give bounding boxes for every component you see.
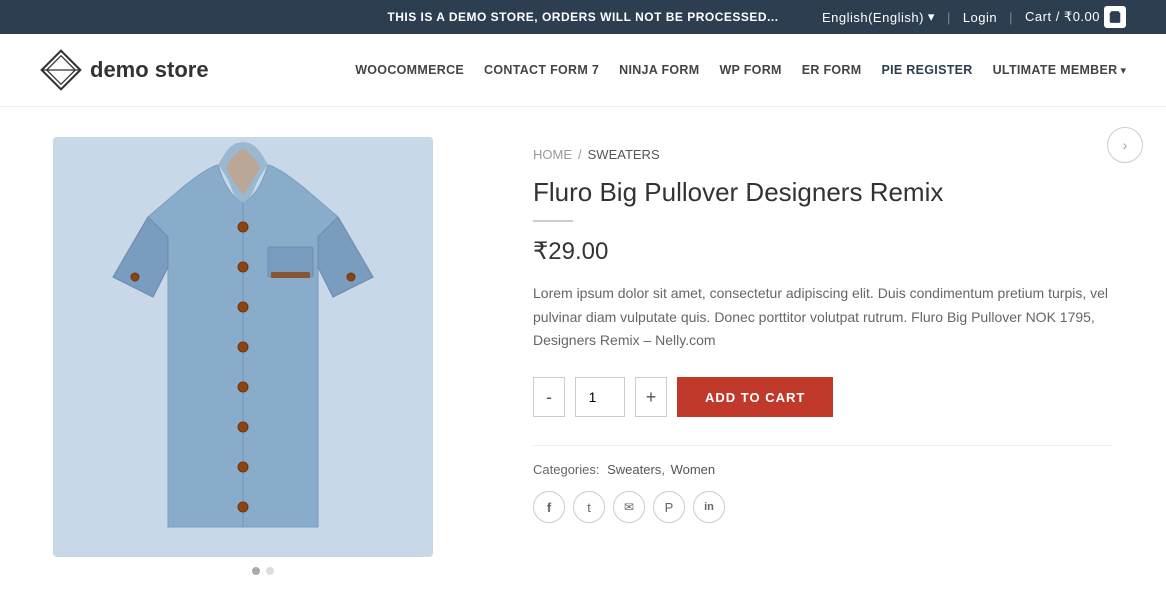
logo[interactable]: demo store [40,49,209,91]
thumbnail-dot[interactable] [252,567,260,575]
thumbnail-dot[interactable] [266,567,274,575]
login-link[interactable]: Login [963,10,997,25]
cart-section: - + ADD TO CART [533,377,1113,417]
linkedin-share-icon[interactable]: in [693,491,725,523]
divider: | [947,10,951,25]
chevron-down-icon: ▾ [928,9,935,25]
product-image-section [53,137,473,575]
nav-ultimate-member-link[interactable]: ULTIMATE MEMBER [993,63,1118,77]
nav-wp-form[interactable]: WP FORM [719,63,781,77]
shirt-svg [53,137,433,557]
quantity-input[interactable] [575,377,625,417]
next-product-button[interactable]: › [1107,127,1143,163]
facebook-share-icon[interactable]: f [533,491,565,523]
breadcrumb-home[interactable]: HOME [533,147,572,162]
quantity-minus-button[interactable]: - [533,377,565,417]
thumbnail-nav [53,567,473,575]
main-content: › HOME / SWEATERS Fluro Big Pullover Des… [33,107,1133,605]
email-share-icon[interactable]: ✉ [613,491,645,523]
nav-ninja-form[interactable]: NINJA FORM [619,63,699,77]
add-to-cart-button[interactable]: ADD TO CART [677,377,833,417]
title-divider [533,220,573,222]
divider2: | [1009,10,1013,25]
product-price: ₹29.00 [533,237,1113,266]
twitter-share-icon[interactable]: t [573,491,605,523]
cart-label: Cart / ₹0.00 [1025,9,1100,25]
breadcrumb-separator: / [578,147,582,162]
shopping-bag-icon [1108,10,1122,24]
nav-ultimate-member[interactable]: ULTIMATE MEMBER ▾ [993,63,1126,77]
nav-er-form[interactable]: ER FORM [802,63,862,77]
language-label: English(English) [822,10,924,25]
language-selector[interactable]: English(English) ▾ [822,9,935,25]
product-title: Fluro Big Pullover Designers Remix [533,176,1113,210]
chevron-right-icon: › [1123,137,1128,153]
nav-pie-register[interactable]: PIE REGISTER [881,63,972,77]
nav-woocommerce[interactable]: WOOCOMMERCE [355,63,464,77]
main-nav: WOOCOMMERCE CONTACT FORM 7 NINJA FORM WP… [355,63,1126,77]
demo-banner: THIS IS A DEMO STORE, ORDERS WILL NOT BE… [0,0,1166,34]
category-comma: , [661,462,665,477]
category-section: Categories: Sweaters, Women [533,445,1113,477]
logo-bold: store [155,57,209,82]
quantity-plus-button[interactable]: + [635,377,667,417]
breadcrumb-current: SWEATERS [588,147,660,162]
pinterest-share-icon[interactable]: P [653,491,685,523]
banner-message: THIS IS A DEMO STORE, ORDERS WILL NOT BE… [387,10,778,24]
chevron-down-icon-nav: ▾ [1120,64,1126,77]
cart-link[interactable]: Cart / ₹0.00 [1025,6,1126,28]
category-sweaters[interactable]: Sweaters [607,462,661,477]
categories-label: Categories: [533,462,599,477]
cart-icon [1104,6,1126,28]
logo-plain: demo [90,57,155,82]
category-women[interactable]: Women [671,462,716,477]
logo-diamond-icon [40,49,82,91]
breadcrumb: HOME / SWEATERS [533,147,1113,162]
logo-text: demo store [90,57,209,83]
social-icons: f t ✉ P in [533,491,1113,523]
product-info: › HOME / SWEATERS Fluro Big Pullover Des… [533,137,1113,575]
product-description: Lorem ipsum dolor sit amet, consectetur … [533,282,1113,353]
nav-contact-form-7[interactable]: CONTACT FORM 7 [484,63,599,77]
header: demo store WOOCOMMERCE CONTACT FORM 7 NI… [0,34,1166,107]
product-image [53,137,433,557]
